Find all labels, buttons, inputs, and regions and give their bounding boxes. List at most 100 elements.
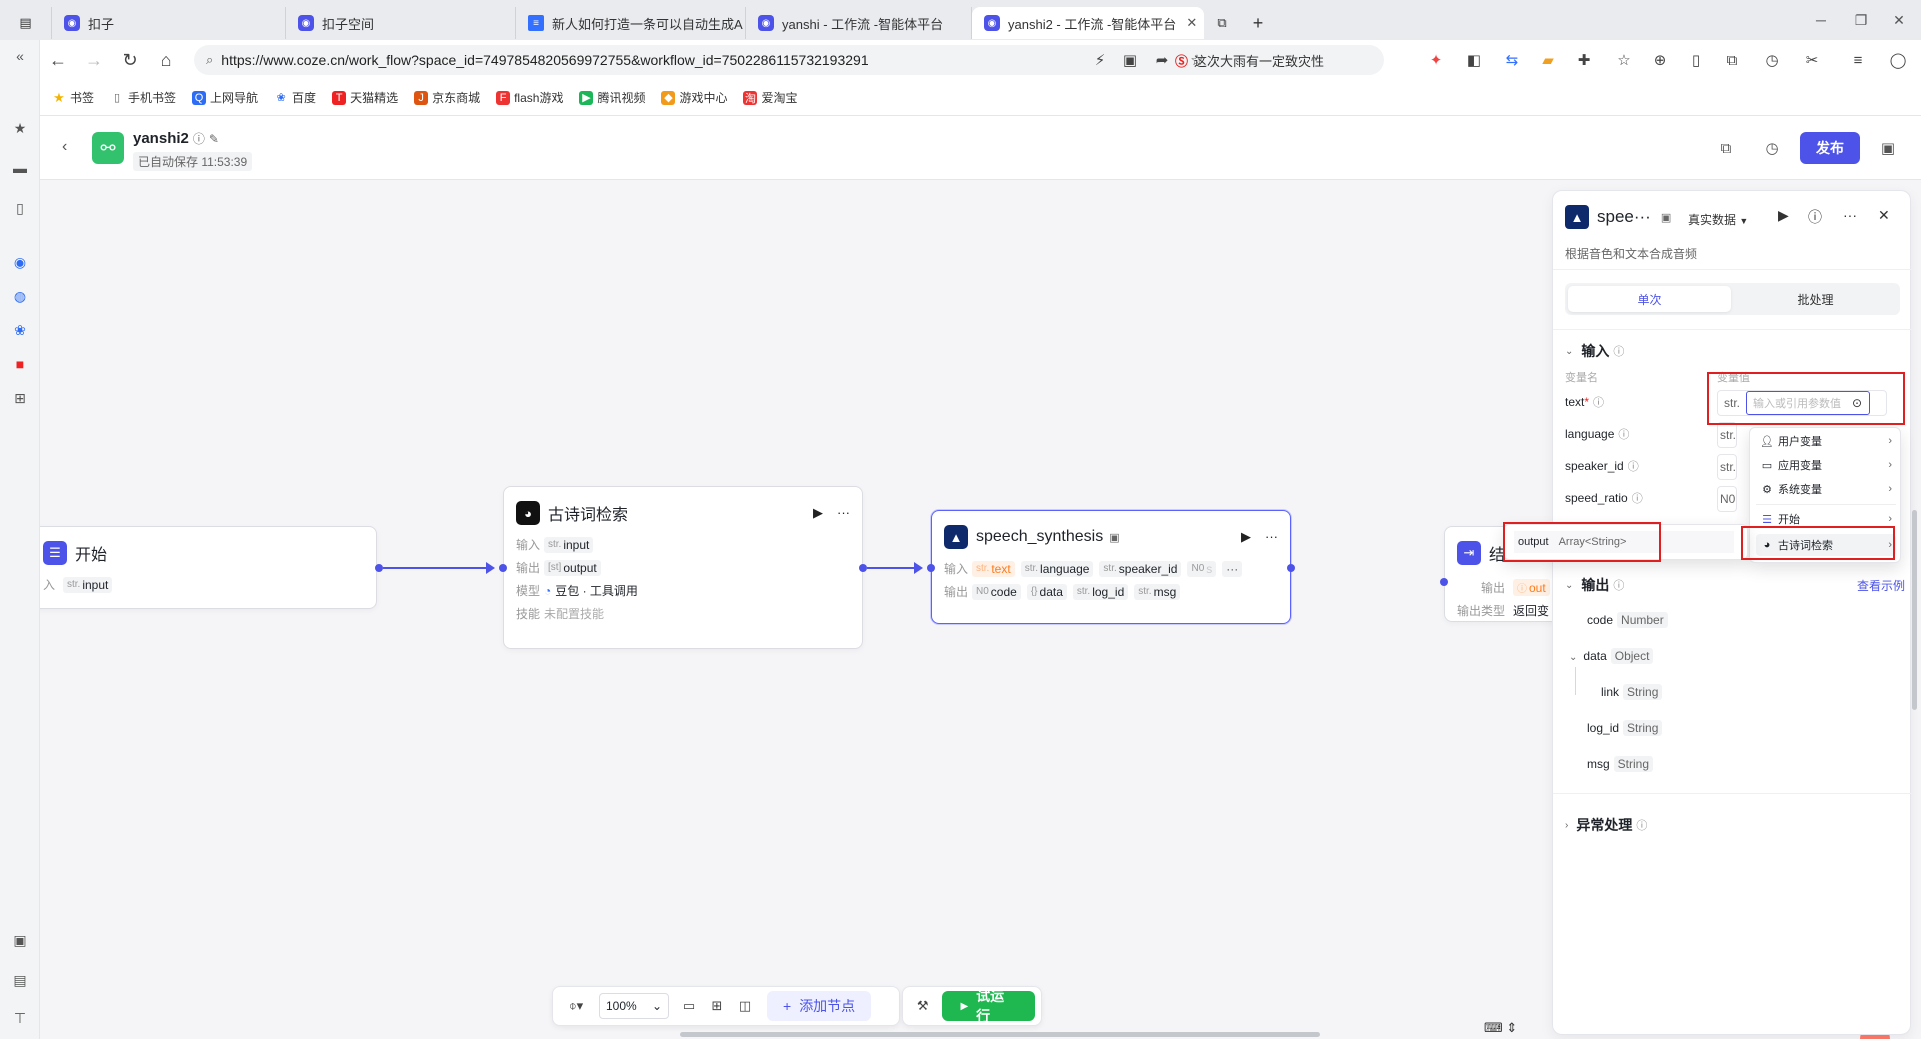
bookmark-item[interactable]: Fflash游戏 — [496, 89, 563, 106]
input-section-header[interactable]: ⌄ 输入 ⓘ — [1565, 341, 1624, 361]
keyboard-icon[interactable]: ⌨ ⇕ — [1484, 1020, 1517, 1036]
layout-button[interactable]: ⊞ — [703, 992, 731, 1020]
speech-output-port[interactable] — [1287, 564, 1295, 572]
tab-single[interactable]: 单次 — [1568, 286, 1731, 312]
bookmark-item[interactable]: ★ 书签 — [52, 89, 94, 106]
search-app-icon[interactable]: ◉ — [8, 250, 32, 274]
screenshot-icon[interactable]: ▣ — [1118, 48, 1142, 72]
browser-menu-button[interactable]: ▤ — [0, 7, 52, 39]
bookmark-item[interactable]: ▯ 手机书签 — [110, 89, 176, 106]
bookmark-star-icon[interactable]: ☆ — [1612, 48, 1636, 72]
debug-button[interactable]: ⚒ — [909, 992, 936, 1020]
text-value-input[interactable]: str. 输入或引用参数值 ⊙ — [1717, 390, 1887, 416]
menu-icon[interactable]: ≡ — [1846, 48, 1870, 72]
home-button[interactable]: ⌂ — [148, 44, 184, 76]
bookmark-item[interactable]: ◆ 游戏中心 — [661, 89, 727, 106]
baidu-icon[interactable]: ❀ — [8, 318, 32, 342]
menu-item-start[interactable]: ☰ 开始 › — [1756, 508, 1896, 530]
speech-input-port[interactable] — [927, 564, 935, 572]
add-node-button[interactable]: + 添加节点 — [767, 991, 872, 1021]
browser-tab[interactable]: ≡ 新人如何打造一条可以自动生成A — [516, 7, 746, 39]
pointer-mode-button[interactable]: ⌽▾ — [559, 992, 593, 1020]
horizontal-scrollbar[interactable] — [680, 1032, 1320, 1037]
more-panel-icon[interactable]: ▣ — [1876, 136, 1900, 160]
download-icon[interactable]: ▣ — [8, 928, 32, 952]
collapse-icon[interactable]: « — [8, 44, 32, 68]
weibo-icon[interactable]: ■ — [8, 352, 32, 376]
exception-section-header[interactable]: › 异常处理 ⓘ — [1565, 815, 1647, 835]
speech-synthesis-node[interactable]: ▲ speech_synthesis ▣ ▶ ··· 输入 str. text st… — [931, 510, 1291, 624]
variable-ref-icon[interactable]: ⊙ — [1852, 396, 1862, 410]
history-icon[interactable]: ◷ — [1760, 136, 1784, 160]
browser-tab[interactable]: ◉ 扣子空间 — [286, 7, 516, 39]
bookmark-item[interactable]: Q 上网导航 — [192, 89, 258, 106]
vertical-scrollbar[interactable] — [1912, 510, 1917, 710]
menu-item-user-variables[interactable]: 👤︎ 用户变量 › — [1756, 430, 1896, 452]
bolt-icon[interactable]: ⚡ — [1088, 48, 1112, 72]
browser-tab-active[interactable]: ◉ yanshi2 - 工作流 -智能体平台 ✕ — [972, 7, 1204, 39]
view-example-link[interactable]: 查看示例 — [1857, 577, 1905, 594]
more-icon[interactable]: ··· — [1843, 207, 1857, 223]
test-run-button[interactable]: ▶ 试运行 — [942, 988, 1035, 1024]
tab-batch[interactable]: 批处理 — [1734, 286, 1897, 312]
scissors-icon[interactable]: ✂ — [1800, 48, 1824, 72]
forward-button[interactable]: → — [76, 44, 112, 76]
end-input-port[interactable] — [1440, 578, 1448, 586]
bookmark-item[interactable]: ▶ 腾讯视频 — [579, 89, 645, 106]
start-node[interactable]: ☰ 开始 入 str. input — [40, 526, 377, 609]
back-button[interactable]: ← — [40, 44, 76, 76]
menu-item-system-variables[interactable]: ⚙ 系统变量 › — [1756, 478, 1896, 500]
puzzle-icon[interactable]: ✚ — [1572, 48, 1596, 72]
edit-icon[interactable]: ✎ — [209, 132, 219, 146]
bookmark-item[interactable]: 淘爱淘宝 — [743, 89, 798, 106]
reload-button[interactable]: ↻ — [112, 44, 148, 76]
output-section-header[interactable]: ⌄ 输出 ⓘ — [1565, 575, 1624, 595]
mobile-icon[interactable]: ▯ — [1684, 48, 1708, 72]
help-icon[interactable]: ⓘ — [1808, 207, 1822, 227]
copy-icon[interactable]: ⧉ — [1714, 136, 1738, 160]
run-node-icon[interactable]: ▶ — [1778, 207, 1789, 224]
close-tab-icon[interactable]: ✕ — [1186, 15, 1197, 31]
share-icon[interactable]: ➦ — [1150, 48, 1174, 72]
window-icon[interactable]: ⧉ — [1720, 48, 1744, 72]
run-node-icon[interactable]: ▶ — [1241, 529, 1251, 545]
poetry-input-port[interactable] — [499, 564, 507, 572]
output-field[interactable]: ⌄ data Object — [1569, 648, 1654, 664]
close-window-button[interactable]: ✕ — [1876, 0, 1921, 40]
star-icon[interactable]: ☆ — [1185, 48, 1209, 72]
folder-icon[interactable]: ▰ — [1536, 48, 1560, 72]
comment-button[interactable]: ▭ — [675, 992, 703, 1020]
poetry-search-node[interactable]: ◕ 古诗词检索 ▶ ··· 输入 str. input 输出 [st] output 模型… — [503, 486, 863, 649]
menu-item-poetry-search[interactable]: ◕ 古诗词检索 › — [1756, 534, 1896, 556]
add-app-icon[interactable]: ⊞ — [8, 386, 32, 410]
folder-icon[interactable]: ▬ — [8, 156, 32, 180]
publish-button[interactable]: 发布 — [1800, 132, 1860, 164]
info-icon[interactable]: ⓘ — [193, 132, 205, 146]
ai-app-icon[interactable]: ◍ — [8, 284, 32, 308]
browser-tab[interactable]: ◉ 扣子 — [52, 7, 286, 39]
back-icon[interactable]: ‹ — [62, 138, 67, 156]
minimap-button[interactable]: ◫ — [731, 992, 759, 1020]
more-icon[interactable]: ··· — [1265, 529, 1278, 545]
data-mode-select[interactable]: 真实数据 ▼ — [1688, 211, 1748, 228]
new-tab-button[interactable]: + — [1240, 7, 1276, 39]
poetry-output-port[interactable] — [859, 564, 867, 572]
close-icon[interactable]: ✕ — [1878, 207, 1890, 224]
bookmark-item[interactable]: ❀ 百度 — [274, 89, 316, 106]
mobile-icon[interactable]: ▯ — [8, 196, 32, 220]
bookmark-item[interactable]: J 京东商城 — [414, 89, 480, 106]
briefcase-icon[interactable]: ▤ — [8, 968, 32, 992]
more-icon[interactable]: ··· — [837, 505, 850, 521]
more-params-icon[interactable]: ··· — [1222, 560, 1243, 577]
ai-assistant-icon[interactable]: ✦ — [1424, 48, 1448, 72]
avatar[interactable]: ◯ — [1886, 48, 1910, 72]
pin-icon[interactable]: ⊤ — [8, 1006, 32, 1030]
extension-icon[interactable]: ◧ — [1462, 48, 1486, 72]
browser-tab[interactable]: ◉ yanshi - 工作流 -智能体平台 — [746, 7, 972, 39]
start-output-port[interactable] — [375, 564, 383, 572]
zoom-select[interactable]: 100% ⌄ — [599, 993, 669, 1019]
bookmark-item[interactable]: T 天猫精选 — [332, 89, 398, 106]
translate-icon[interactable]: ⇆ — [1500, 48, 1524, 72]
star-icon[interactable]: ★ — [8, 116, 32, 140]
tab-groups-button[interactable]: ⧉ — [1204, 7, 1240, 39]
